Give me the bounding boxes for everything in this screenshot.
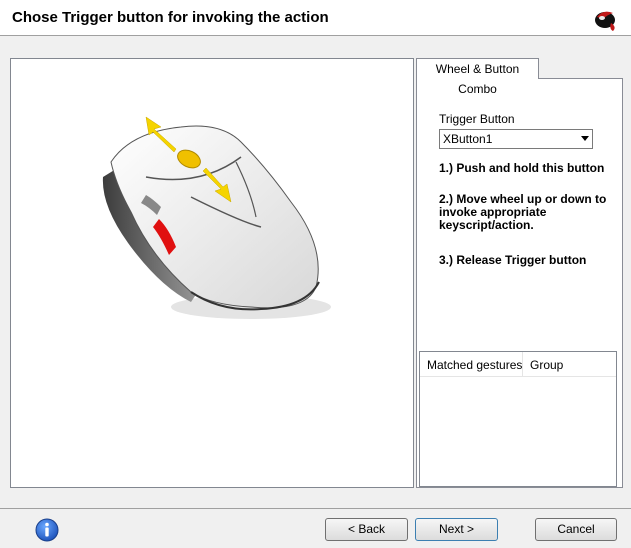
chevron-down-icon[interactable]	[581, 136, 589, 141]
step-2-text: 2.) Move wheel up or down to invoke appr…	[439, 192, 607, 232]
trigger-button-value: XButton1	[443, 132, 493, 146]
step-3-text: 3.) Release Trigger button	[439, 253, 587, 267]
header-banner: Chose Trigger button for invoking the ac…	[0, 0, 631, 36]
column-divider[interactable]	[522, 352, 523, 376]
illustration-pane	[10, 58, 414, 488]
column-header-matched-gestures[interactable]: Matched gestures	[427, 358, 522, 372]
trigger-button-label: Trigger Button	[439, 112, 515, 126]
info-icon[interactable]	[35, 518, 59, 542]
tab-panel: Trigger Button XButton1 1.) Push and hol…	[416, 78, 623, 488]
mouse-illustration	[102, 116, 331, 319]
column-header-group[interactable]: Group	[530, 358, 563, 372]
mouse-logo-icon	[595, 11, 615, 31]
matched-gestures-list[interactable]: Matched gestures Group	[419, 351, 617, 487]
trigger-button-dropdown[interactable]: XButton1	[439, 129, 593, 149]
back-button[interactable]: < Back	[325, 518, 408, 541]
next-button[interactable]: Next >	[415, 518, 498, 541]
tab-wheel-button-combo[interactable]: Wheel & Button Combo	[416, 58, 539, 96]
cancel-button[interactable]: Cancel	[535, 518, 617, 541]
step-1-text: 1.) Push and hold this button	[439, 161, 605, 175]
page-title: Chose Trigger button for invoking the ac…	[12, 9, 329, 26]
list-header: Matched gestures Group	[420, 352, 616, 377]
footer-divider	[0, 508, 631, 509]
